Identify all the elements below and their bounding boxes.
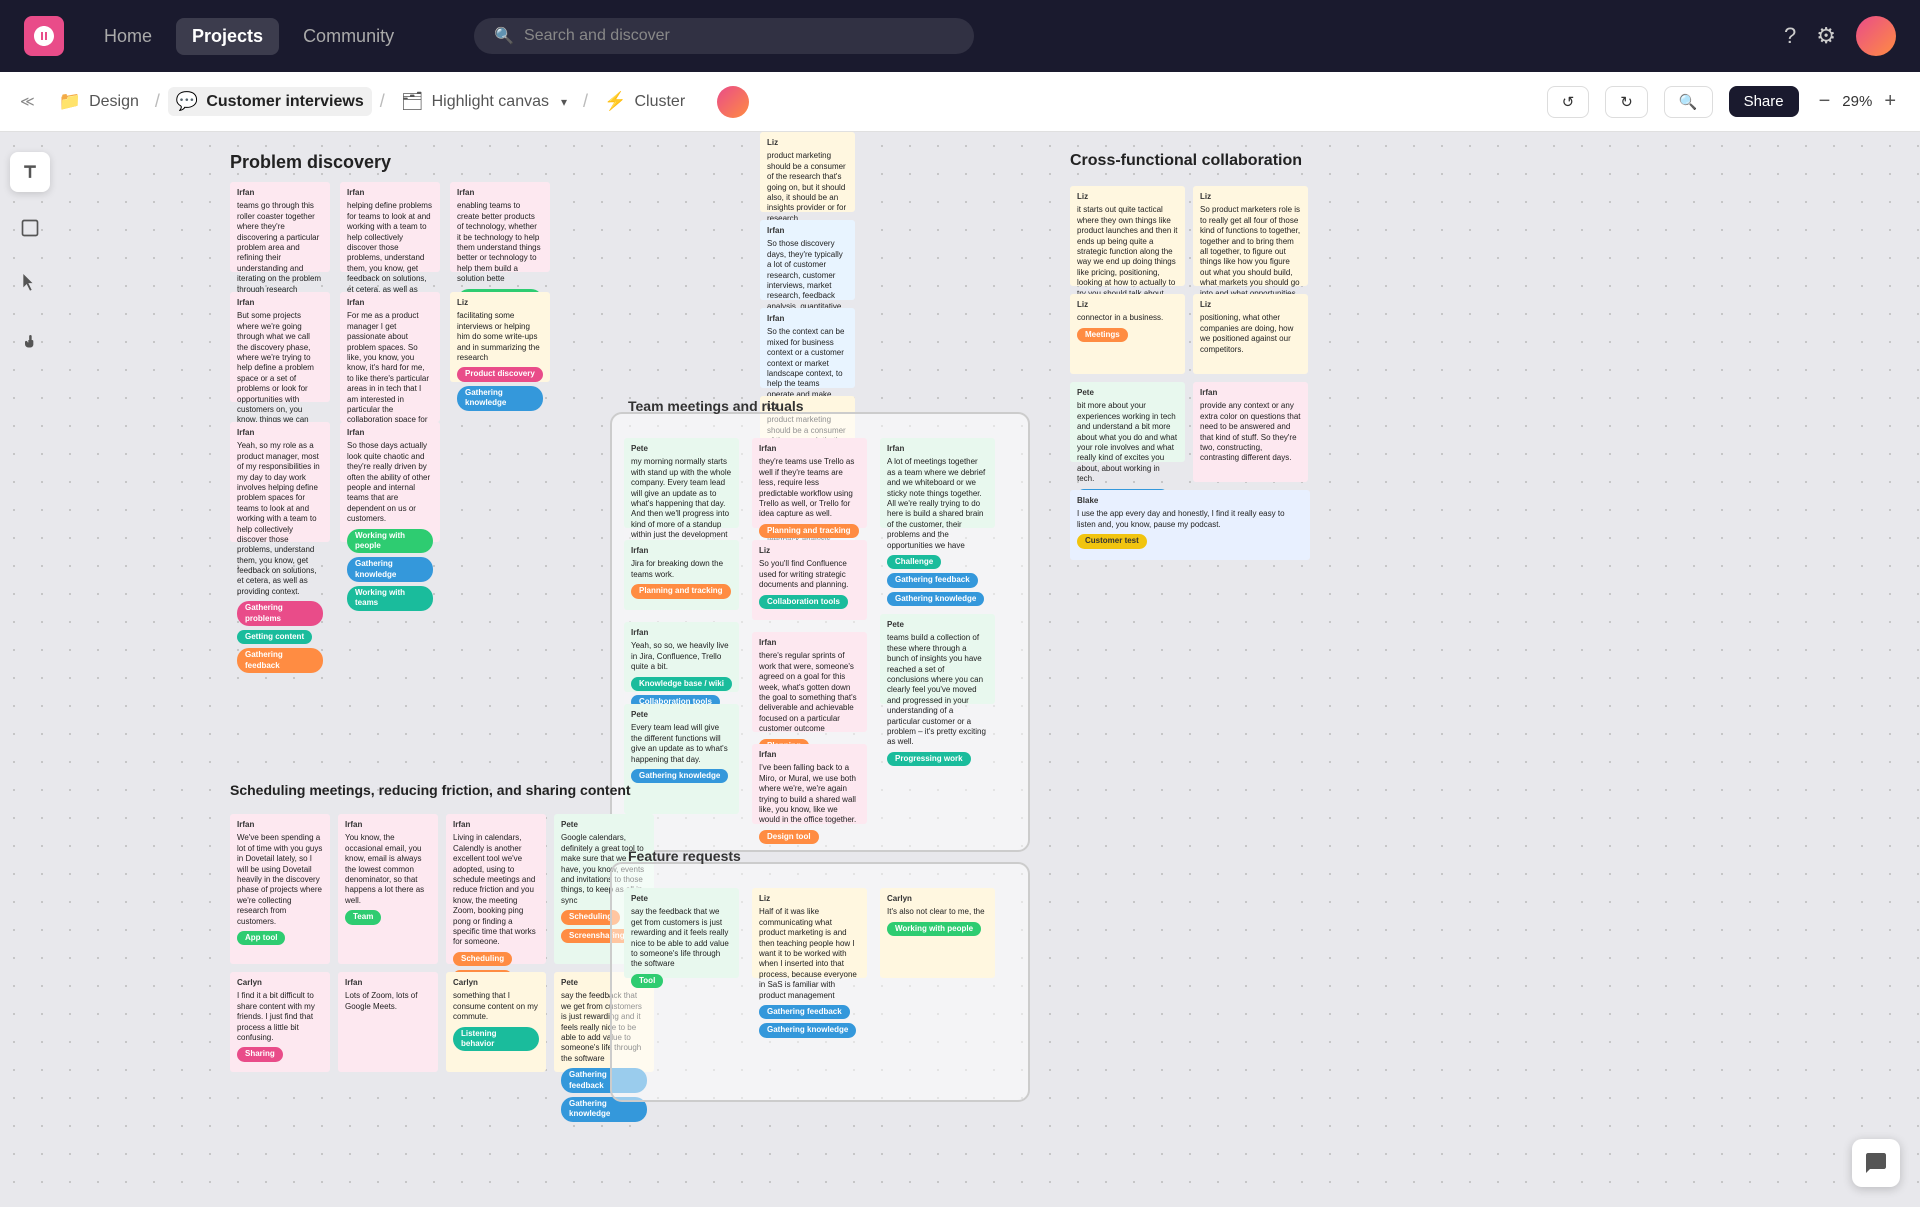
chat-icon: 💬 — [176, 91, 198, 112]
canvas-content: Problem discovery Irfan teams go through… — [60, 132, 1920, 1207]
left-toolbar — [0, 132, 60, 1207]
undo-button[interactable]: ↺ — [1547, 86, 1590, 118]
cross-functional-title: Cross-functional collaboration — [1070, 152, 1310, 170]
card-irfan-2[interactable]: Irfan helping define problems for teams … — [340, 182, 440, 272]
problem-discovery-section: Problem discovery Irfan teams go through… — [230, 152, 391, 189]
card-liz-cf2[interactable]: Liz So product marketers role is to real… — [1193, 186, 1308, 286]
card-carlyn-sc1[interactable]: Carlyn I find it a bit difficult to shar… — [230, 972, 330, 1072]
breadcrumb-design-label: Design — [89, 93, 139, 111]
search-bar: 🔍 — [474, 18, 974, 54]
expand-icon[interactable]: ≪ — [20, 93, 35, 110]
card-irfan-tm3[interactable]: Irfan they're teams use Trello as well i… — [752, 438, 867, 528]
pan-tool[interactable] — [10, 320, 50, 360]
canvas-area: Problem discovery Irfan teams go through… — [0, 132, 1920, 1207]
cluster-icon: ⚡ — [604, 91, 626, 112]
feature-requests-title: Feature requests — [628, 848, 741, 864]
card-pete-cf1[interactable]: Pete bit more about your experiences wor… — [1070, 382, 1185, 462]
card-carlyn-fr1[interactable]: Carlyn It's also not clear to me, the Wo… — [880, 888, 995, 978]
card-irfan-tm5[interactable]: Irfan I've been falling back to a Miro, … — [752, 744, 867, 824]
scheduling-title: Scheduling meetings, reducing friction, … — [230, 782, 654, 798]
shape-tool[interactable] — [10, 208, 50, 248]
breadcrumb-customer-interviews[interactable]: 💬 Customer interviews — [168, 87, 372, 116]
card-irfan-tm4[interactable]: Irfan there's regular sprints of work th… — [752, 632, 867, 732]
card-liz-1[interactable]: Liz facilitating some interviews or help… — [450, 292, 550, 382]
problem-discovery-title: Problem discovery — [230, 152, 391, 173]
cross-functional-section: Cross-functional collaboration Liz it st… — [1070, 152, 1310, 568]
scheduling-section: Scheduling meetings, reducing friction, … — [230, 782, 654, 1072]
card-irfan-r1[interactable]: Irfan So those discovery days, they're t… — [760, 220, 855, 300]
search-input[interactable] — [524, 27, 954, 45]
zoom-in-button[interactable]: + — [1880, 86, 1900, 117]
redo-button[interactable]: ↻ — [1605, 86, 1648, 118]
card-irfan-tm1[interactable]: Irfan Jira for breaking down the teams w… — [624, 540, 739, 610]
breadcrumb-design[interactable]: 📁 Design — [51, 87, 147, 116]
card-liz-r1[interactable]: Liz product marketing should be a consum… — [760, 132, 855, 212]
card-liz-cf1[interactable]: Liz it starts out quite tactical where t… — [1070, 186, 1185, 286]
nav-community[interactable]: Community — [287, 18, 410, 55]
nav-projects[interactable]: Projects — [176, 18, 279, 55]
select-tool[interactable] — [10, 264, 50, 304]
card-irfan-r2[interactable]: Irfan So the context can be mixed for bu… — [760, 308, 855, 388]
breadcrumb-canvas-label: Highlight canvas — [432, 93, 549, 111]
breadcrumb-cluster[interactable]: ⚡ Cluster — [596, 87, 693, 116]
card-irfan-tm2[interactable]: Irfan Yeah, so so, we heavily live in Ji… — [624, 622, 739, 692]
canvas-icon: 🗂 — [401, 91, 424, 112]
card-irfan-6[interactable]: Irfan Yeah, so my role as a product mana… — [230, 422, 330, 542]
card-irfan-tm6[interactable]: Irfan A lot of meetings together as a te… — [880, 438, 995, 528]
card-irfan-cf1[interactable]: Irfan provide any context or any extra c… — [1193, 382, 1308, 482]
share-button[interactable]: Share — [1729, 86, 1799, 117]
nav-links: Home Projects Community — [88, 18, 410, 55]
card-irfan-sc3[interactable]: Irfan Living in calendars, Calendly is a… — [446, 814, 546, 964]
card-pete-fr1[interactable]: Pete say the feedback that we get from c… — [624, 888, 739, 978]
card-pete-tm3[interactable]: Pete teams build a collection of these w… — [880, 614, 995, 704]
breadcrumb-bar: ≪ 📁 Design / 💬 Customer interviews / 🗂 H… — [0, 72, 1920, 132]
top-navigation: Home Projects Community 🔍 ? ⚙ — [0, 0, 1920, 72]
card-liz-tm1[interactable]: Liz So you'll find Confluence used for w… — [752, 540, 867, 620]
chevron-down-icon: ▾ — [561, 95, 567, 109]
card-irfan-3[interactable]: Irfan enabling teams to create better pr… — [450, 182, 550, 272]
zoom-controls: − 29% + — [1815, 86, 1900, 117]
card-irfan-sc2[interactable]: Irfan You know, the occasional email, yo… — [338, 814, 438, 964]
breadcrumb-cluster-label: Cluster — [634, 93, 685, 111]
card-liz-cf3[interactable]: Liz connector in a business. Meetings — [1070, 294, 1185, 374]
zoom-level: 29% — [1842, 93, 1872, 110]
help-button[interactable]: ? — [1784, 23, 1796, 49]
nav-home[interactable]: Home — [88, 18, 168, 55]
avatar[interactable] — [1856, 16, 1896, 56]
settings-button[interactable]: ⚙ — [1816, 23, 1836, 49]
text-tool[interactable] — [10, 152, 50, 192]
breadcrumb-sep-1: / — [155, 91, 160, 112]
card-liz-cf4[interactable]: Liz positioning, what other companies ar… — [1193, 294, 1308, 374]
team-meetings-group: Team meetings and rituals Pete my mornin… — [610, 412, 1030, 852]
breadcrumb-user-avatar[interactable] — [709, 82, 757, 122]
card-blake-cf1[interactable]: Blake I use the app every day and honest… — [1070, 490, 1310, 560]
search-icon: 🔍 — [494, 26, 514, 46]
card-irfan-1[interactable]: Irfan teams go through this roller coast… — [230, 182, 330, 272]
app-logo[interactable] — [24, 16, 64, 56]
team-meetings-title: Team meetings and rituals — [628, 398, 804, 414]
breadcrumb-sep-3: / — [583, 91, 588, 112]
chat-fab-button[interactable] — [1852, 1139, 1900, 1187]
card-irfan-sc1[interactable]: Irfan We've been spending a lot of time … — [230, 814, 330, 964]
breadcrumb-actions: ↺ ↻ 🔍 Share − 29% + — [1547, 86, 1900, 118]
breadcrumb-sep-2: / — [380, 91, 385, 112]
card-irfan-sc4[interactable]: Irfan Lots of Zoom, lots of Google Meets… — [338, 972, 438, 1072]
card-irfan-7[interactable]: Irfan So those days actually look quite … — [340, 422, 440, 542]
card-pete-tm1[interactable]: Pete my morning normally starts with sta… — [624, 438, 739, 528]
nav-actions: ? ⚙ — [1784, 16, 1896, 56]
breadcrumb-highlight-canvas[interactable]: 🗂 Highlight canvas ▾ — [393, 87, 575, 116]
card-irfan-4[interactable]: Irfan But some projects where we're goin… — [230, 292, 330, 402]
feature-requests-group: Feature requests Pete say the feedback t… — [610, 862, 1030, 1102]
card-irfan-5[interactable]: Irfan For me as a product manager I get … — [340, 292, 440, 422]
card-liz-fr1[interactable]: Liz Half of it was like communicating wh… — [752, 888, 867, 978]
search-button[interactable]: 🔍 — [1664, 86, 1713, 118]
folder-icon: 📁 — [59, 91, 81, 112]
breadcrumb-customer-label: Customer interviews — [206, 93, 363, 111]
zoom-out-button[interactable]: − — [1815, 86, 1835, 117]
card-carlyn-sc2[interactable]: Carlyn something that I consume content … — [446, 972, 546, 1072]
